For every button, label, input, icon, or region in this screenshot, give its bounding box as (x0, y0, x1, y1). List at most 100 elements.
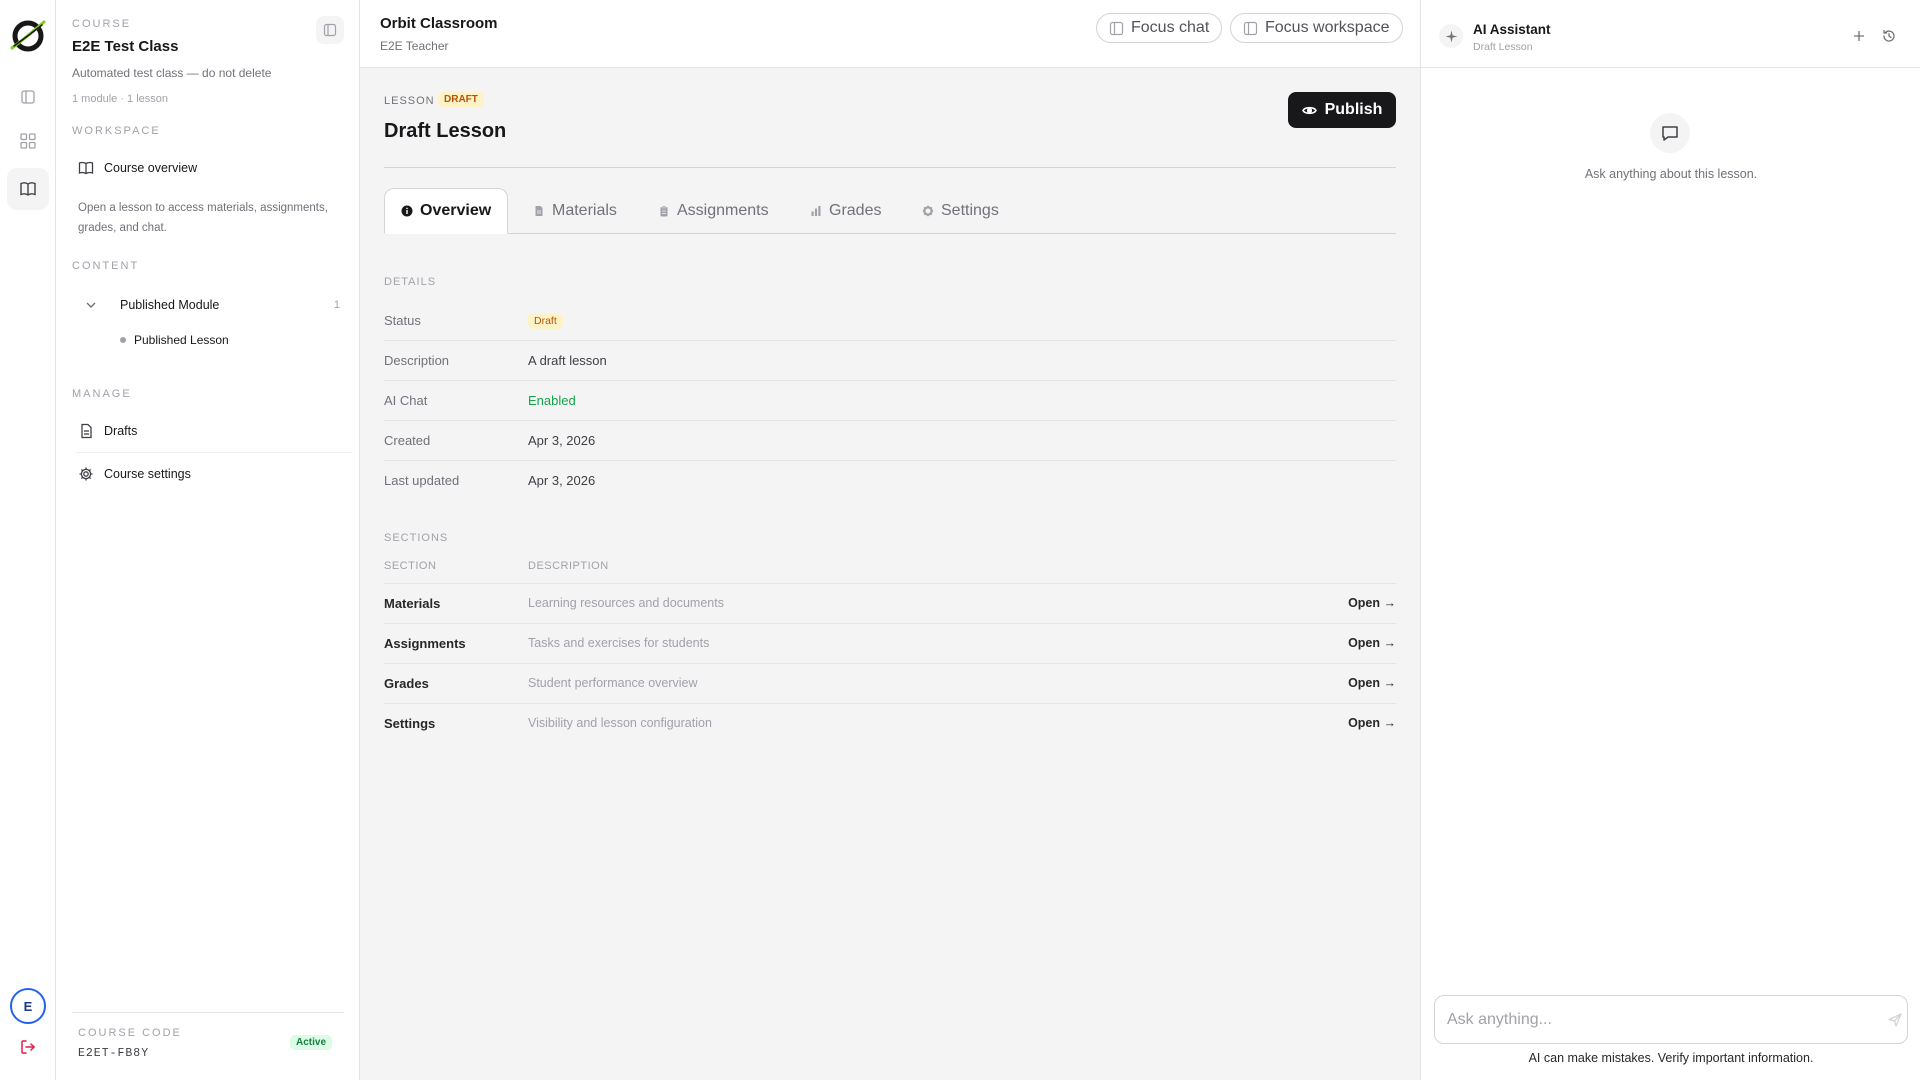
panel-icon[interactable] (7, 76, 49, 118)
section-description: Tasks and exercises for students (528, 636, 710, 650)
ai-title: AI Assistant (1473, 22, 1551, 37)
sparkle-icon (1439, 24, 1463, 48)
app-title: Orbit Classroom (380, 15, 498, 32)
footer-divider (72, 1012, 344, 1013)
panel-icon (1109, 21, 1124, 35)
lesson-kicker: LESSON (384, 95, 435, 107)
open-grades-link[interactable]: Open → (1348, 676, 1396, 690)
table-row: Assignments Tasks and exercises for stud… (384, 624, 1396, 664)
status-badge: Active (290, 1035, 333, 1050)
detail-value: Enabled (528, 393, 576, 408)
tab-label: Materials (552, 202, 617, 219)
detail-key: Last updated (384, 473, 460, 488)
main-content: Orbit Classroom E2E Teacher Focus chat F… (360, 0, 1420, 1080)
bar-chart-icon (811, 206, 821, 216)
logo-icon[interactable] (8, 16, 48, 56)
module-name: Published Module (120, 298, 220, 312)
course-settings-link[interactable]: Course settings (64, 455, 352, 493)
module-count: 1 (333, 299, 340, 311)
chat-input[interactable] (1447, 996, 1857, 1043)
tab-overview[interactable]: Overview (384, 188, 509, 234)
publish-button[interactable]: Publish (1288, 92, 1396, 128)
sections-table-header: SECTION DESCRIPTION (384, 560, 1396, 584)
drafts-link[interactable]: Drafts (64, 412, 352, 450)
top-bar: Orbit Classroom E2E Teacher Focus chat F… (360, 0, 1420, 68)
course-title: E2E Test Class (72, 38, 179, 55)
section-name: Materials (384, 596, 441, 611)
detail-key: Created (384, 433, 431, 448)
user-avatar[interactable]: E (10, 988, 46, 1024)
tab-assignments[interactable]: Assignments (658, 188, 769, 234)
section-description: Learning resources and documents (528, 596, 724, 610)
grid-icon[interactable] (7, 120, 49, 162)
chat-input-box (1434, 995, 1908, 1044)
course-overview-link[interactable]: Course overview (64, 149, 352, 187)
gear-icon (922, 205, 934, 217)
chevron-down-icon (86, 302, 96, 308)
info-icon (401, 205, 413, 217)
ai-assistant-panel: AI Assistant Draft Lesson Ask anything a… (1420, 0, 1920, 1080)
history-icon[interactable] (1881, 28, 1897, 44)
course-meta: 1 module · 1 lesson (72, 93, 168, 105)
detail-value: A draft lesson (528, 353, 607, 368)
tab-label: Grades (829, 202, 882, 219)
table-row: Settings Visibility and lesson configura… (384, 704, 1396, 744)
detail-row-last-updated: Last updated Apr 3, 2026 (384, 461, 1396, 501)
drafts-label: Drafts (104, 424, 138, 438)
course-label: COURSE (72, 18, 132, 30)
detail-value: Apr 3, 2026 (528, 473, 596, 488)
sections-label: SECTIONS (384, 532, 449, 544)
course-description: Automated test class — do not delete (72, 66, 272, 80)
detail-key: Description (384, 353, 450, 368)
section-description: Student performance overview (528, 676, 698, 690)
document-icon (535, 206, 543, 216)
tab-settings[interactable]: Settings (922, 188, 999, 234)
manage-label: MANAGE (72, 388, 132, 400)
details-label: DETAILS (384, 276, 437, 288)
panel-icon (1243, 21, 1258, 35)
draft-badge: DRAFT (438, 92, 484, 107)
module-item[interactable]: Published Module 1 (64, 290, 352, 320)
tab-grades[interactable]: Grades (810, 188, 881, 234)
section-name: Grades (384, 676, 429, 691)
sidebar-toggle-icon (323, 23, 337, 37)
gear-icon (79, 467, 93, 481)
section-name: Assignments (384, 636, 466, 651)
open-materials-link[interactable]: Open → (1348, 596, 1396, 610)
course-settings-label: Course settings (104, 467, 191, 481)
detail-row-description: Description A draft lesson (384, 341, 1396, 381)
book-icon[interactable] (7, 168, 49, 210)
divider (76, 452, 352, 453)
section-name: Settings (384, 716, 436, 731)
icon-rail: E (0, 0, 56, 1080)
content-label: CONTENT (72, 260, 140, 272)
detail-key: Status (384, 313, 421, 328)
sidebar-help-text: Open a lesson to access materials, assig… (78, 202, 328, 234)
logout-icon[interactable] (18, 1037, 38, 1057)
detail-value: Apr 3, 2026 (528, 433, 596, 448)
tab-label: Settings (941, 202, 999, 219)
collapse-sidebar-button[interactable] (316, 16, 344, 44)
send-icon[interactable] (1887, 1012, 1903, 1028)
tab-label: Overview (420, 202, 492, 219)
column-header-description: DESCRIPTION (528, 560, 609, 572)
course-sidebar: COURSE E2E Test Class Automated test cla… (56, 0, 360, 1080)
workspace-label: WORKSPACE (72, 125, 161, 137)
tab-materials[interactable]: Materials (533, 188, 617, 234)
detail-key: AI Chat (384, 393, 428, 408)
focus-workspace-button[interactable]: Focus workspace (1230, 13, 1403, 43)
open-assignments-link[interactable]: Open → (1348, 636, 1396, 650)
table-row: Materials Learning resources and documen… (384, 584, 1396, 624)
lesson-title: Draft Lesson (384, 120, 507, 142)
detail-row-status: Status Draft (384, 301, 1396, 341)
open-settings-link[interactable]: Open → (1348, 716, 1396, 730)
table-row: Grades Student performance overview Open… (384, 664, 1396, 704)
course-overview-label: Course overview (104, 161, 198, 175)
chat-bubble-icon (1650, 113, 1690, 153)
column-header-section: SECTION (384, 560, 437, 572)
lesson-item[interactable]: Published Lesson (64, 333, 229, 347)
focus-chat-button[interactable]: Focus chat (1096, 13, 1223, 43)
section-description: Visibility and lesson configuration (528, 716, 712, 730)
new-chat-icon[interactable] (1851, 28, 1867, 44)
course-code-value[interactable]: E2ET-FB8Y (78, 1047, 149, 1060)
